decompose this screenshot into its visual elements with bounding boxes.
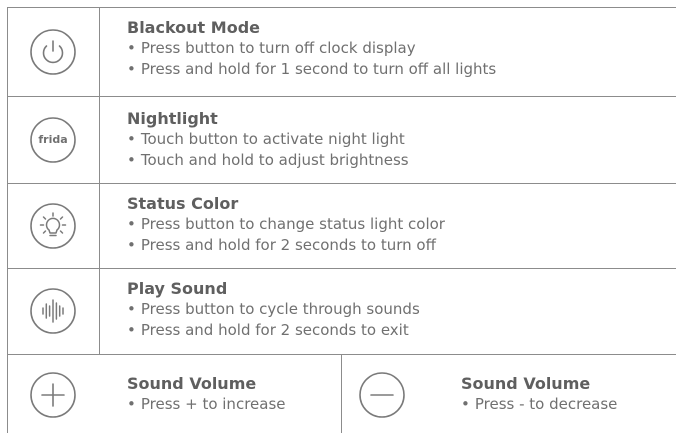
volume-title: Sound Volume: [461, 374, 591, 393]
row-status-color: Status Color Press button to change stat…: [7, 183, 676, 268]
icon-cell: [7, 183, 99, 268]
plus-icon: [29, 371, 77, 419]
bullet-item: Press button to change status light colo…: [127, 214, 676, 235]
frida-logo-icon: frida: [29, 116, 77, 164]
bullet-item: Press and hold for 2 seconds to turn off: [127, 235, 676, 256]
bullet-item: Press - to decrease: [461, 394, 618, 415]
row-title: Blackout Mode: [127, 18, 260, 37]
text-cell: Play Sound Press button to cycle through…: [127, 278, 676, 341]
row-play-sound: Play Sound Press button to cycle through…: [7, 268, 676, 354]
bullet-item: Touch button to activate night light: [127, 129, 676, 150]
text-cell: Sound Volume Press - to decrease: [461, 373, 617, 415]
icon-cell: frida: [7, 96, 99, 183]
bullet-item: Touch and hold to adjust brightness: [127, 150, 676, 171]
bullet-item: Press button to turn off clock display: [127, 38, 676, 59]
row-title: Nightlight: [127, 109, 218, 128]
instruction-sheet: Blackout Mode Press button to turn off c…: [0, 0, 676, 433]
minus-icon: [358, 371, 406, 419]
bullet-item: Press button to cycle through sounds: [127, 299, 676, 320]
bullet-item: Press + to increase: [127, 394, 286, 415]
icon-cell: [7, 7, 99, 96]
volume-decrease-cell: Sound Volume Press - to decrease: [341, 355, 676, 433]
text-cell: Blackout Mode Press button to turn off c…: [127, 17, 676, 80]
row-title: Play Sound: [127, 279, 228, 298]
sound-wave-icon: [29, 287, 77, 335]
text-cell: Status Color Press button to change stat…: [127, 193, 676, 256]
text-cell: Nightlight Touch button to activate nigh…: [127, 108, 676, 171]
icon-cell: [7, 268, 99, 354]
power-icon: [29, 28, 77, 76]
row-title: Status Color: [127, 194, 239, 213]
text-cell: Sound Volume Press + to increase: [127, 373, 286, 415]
row-nightlight: frida Nightlight Touch button to activat…: [7, 96, 676, 183]
volume-title: Sound Volume: [127, 374, 257, 393]
row-blackout-mode: Blackout Mode Press button to turn off c…: [7, 7, 676, 96]
bullet-item: Press and hold for 1 second to turn off …: [127, 59, 676, 80]
lightbulb-icon: [29, 202, 77, 250]
volume-increase-cell: Sound Volume Press + to increase: [7, 355, 341, 433]
frida-logo-text: frida: [38, 133, 68, 146]
bullet-item: Press and hold for 2 seconds to exit: [127, 320, 676, 341]
